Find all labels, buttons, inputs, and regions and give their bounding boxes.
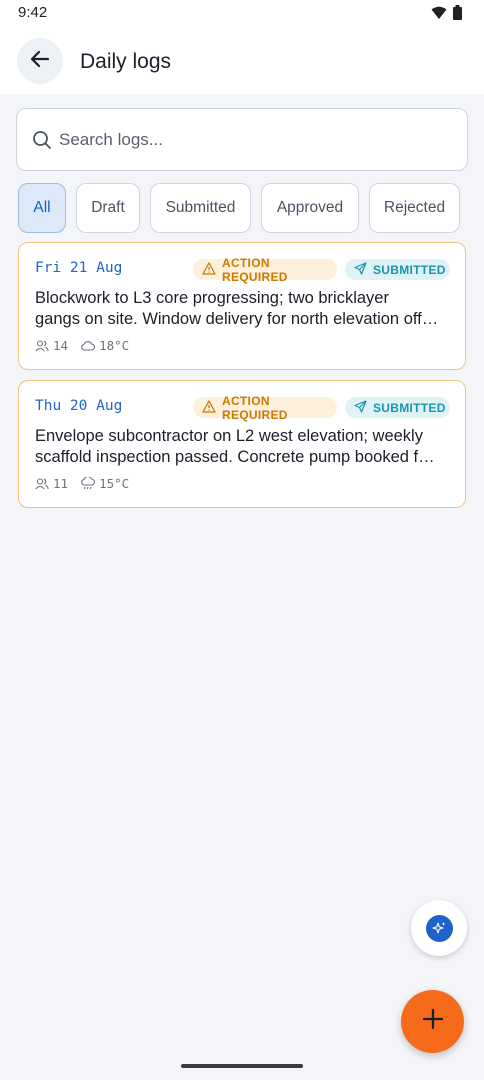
log-summary-line: Blockwork to L3 core progressing; two br…: [35, 289, 389, 307]
ai-assist-button[interactable]: [411, 900, 467, 956]
gesture-nav-handle[interactable]: [181, 1064, 303, 1068]
log-meta: 14 18°C: [35, 338, 141, 353]
send-icon: [354, 399, 367, 416]
app-header: Daily logs: [0, 28, 484, 94]
add-log-button[interactable]: [401, 990, 464, 1053]
log-summary: Blockwork to L3 core progressing; two br…: [35, 288, 455, 329]
battery-icon: [453, 5, 462, 25]
log-date: Fri 21 Aug: [35, 260, 123, 276]
log-summary-line: gangs on site. Window delivery for north…: [35, 309, 439, 328]
log-card[interactable]: Fri 21 Aug ACTION REQUIRED SUBMITTED Blo…: [18, 242, 466, 370]
action-required-badge: ACTION REQUIRED: [193, 256, 337, 284]
filter-chip-rejected[interactable]: Rejected: [369, 183, 460, 233]
back-button[interactable]: [17, 38, 63, 84]
status-badge: SUBMITTED: [345, 259, 450, 280]
users-icon: [35, 339, 49, 352]
log-summary: Envelope subcontractor on L2 west elevat…: [35, 426, 455, 467]
cloud-icon: [80, 340, 96, 351]
send-icon: [354, 261, 367, 278]
temperature: 18°C: [99, 338, 130, 353]
arrow-left-icon: [29, 48, 51, 75]
warning-icon: [202, 399, 216, 416]
filter-chip-submitted[interactable]: Submitted: [150, 183, 251, 233]
filter-chip-all[interactable]: All: [18, 183, 66, 233]
search-box[interactable]: [16, 108, 468, 171]
filter-chip-approved[interactable]: Approved: [261, 183, 359, 233]
plus-icon: [422, 1008, 444, 1035]
search-input[interactable]: [59, 127, 449, 153]
worker-count: 11: [53, 476, 69, 491]
log-card[interactable]: Thu 20 Aug ACTION REQUIRED SUBMITTED Env…: [18, 380, 466, 508]
action-required-label: ACTION REQUIRED: [222, 393, 288, 422]
sparkle-icon: [425, 914, 453, 942]
worker-count: 14: [53, 338, 69, 353]
warning-icon: [202, 261, 216, 278]
status-label: SUBMITTED: [373, 400, 446, 415]
temperature: 15°C: [99, 476, 130, 491]
status-label: SUBMITTED: [373, 262, 446, 277]
log-meta: 11 15°C: [35, 476, 141, 491]
action-required-badge: ACTION REQUIRED: [193, 394, 337, 422]
log-summary-line: Envelope subcontractor on L2 west elevat…: [35, 427, 423, 445]
rain-cloud-icon: [80, 477, 96, 490]
page-title: Daily logs: [80, 50, 172, 73]
log-summary-line: scaffold inspection passed. Concrete pum…: [35, 447, 435, 466]
search-icon: [32, 130, 52, 155]
wifi-icon: [431, 6, 447, 25]
filter-chip-draft[interactable]: Draft: [76, 183, 140, 233]
status-bar: 9:42: [0, 0, 484, 28]
users-icon: [35, 477, 49, 490]
action-required-label: ACTION REQUIRED: [222, 255, 288, 284]
log-date: Thu 20 Aug: [35, 398, 123, 414]
status-icons: [431, 5, 462, 25]
status-time: 9:42: [18, 4, 48, 21]
status-badge: SUBMITTED: [345, 397, 450, 418]
